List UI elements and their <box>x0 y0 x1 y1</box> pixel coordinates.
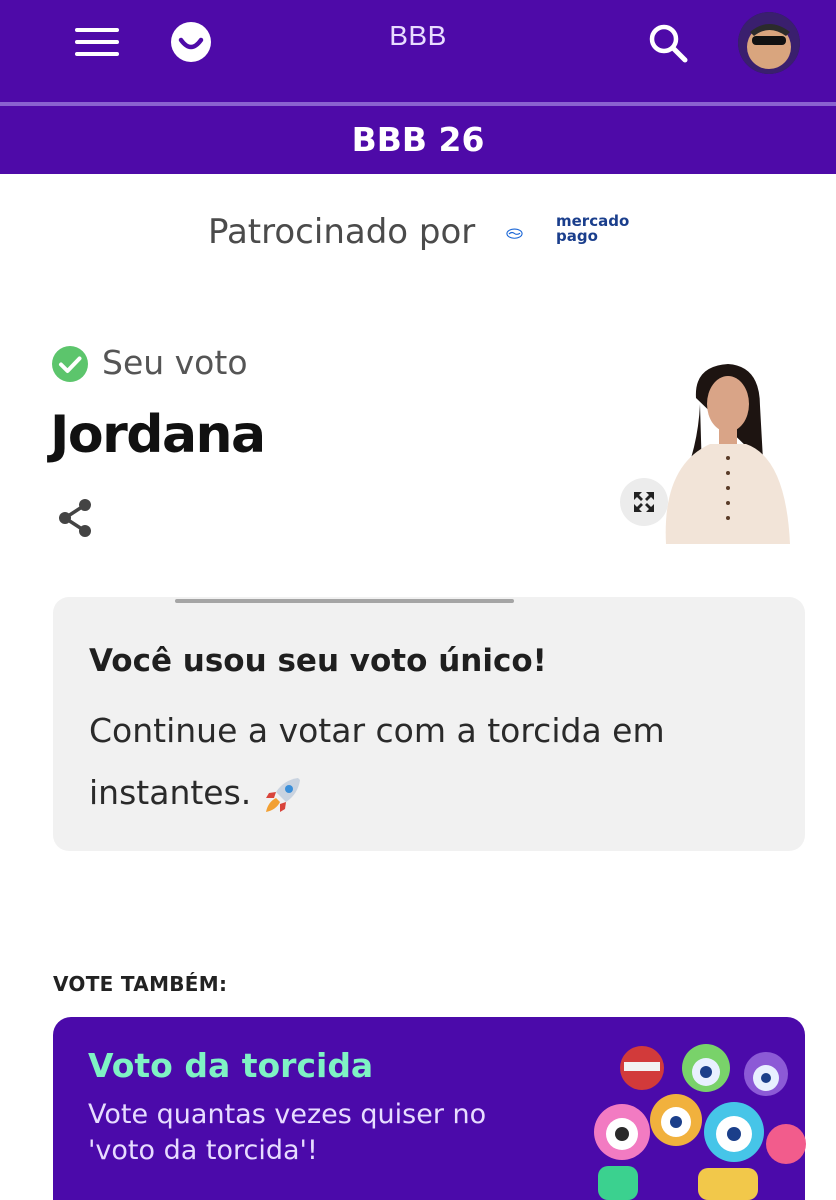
candidate-name: Jordana <box>50 405 266 465</box>
vote-status: Seu voto <box>102 343 248 382</box>
share-icon[interactable] <box>55 497 95 539</box>
sponsor-brand: mercado pago <box>556 214 629 244</box>
banner-text: Vote quantas vezes quiser no 'voto da to… <box>88 1099 487 1166</box>
expand-photo-button[interactable] <box>620 478 668 526</box>
mercado-pago-logo <box>506 228 523 239</box>
bbb-mascots-illustration <box>594 1044 806 1200</box>
vote-also-label: VOTE TAMBÉM: <box>53 972 228 996</box>
avatar[interactable] <box>738 12 800 74</box>
sponsor-brand-line2: pago <box>556 227 598 245</box>
app-title: BBB <box>389 20 447 51</box>
search-icon[interactable] <box>647 22 689 64</box>
expand-icon <box>634 492 654 512</box>
card-body-wrapper: Continue a votar com a torcida em instan… <box>89 700 789 824</box>
card-title: Você usou seu voto único! <box>89 643 547 679</box>
card-drag-handle[interactable] <box>175 599 514 603</box>
rocket-icon <box>265 777 300 812</box>
check-icon <box>52 346 88 382</box>
section-header: BBB 26 <box>0 106 836 174</box>
banner-title[interactable]: Voto da torcida <box>88 1046 373 1085</box>
sponsor-label: Patrocinado por <box>208 212 476 252</box>
card-body: Continue a votar com a torcida em instan… <box>89 711 665 812</box>
